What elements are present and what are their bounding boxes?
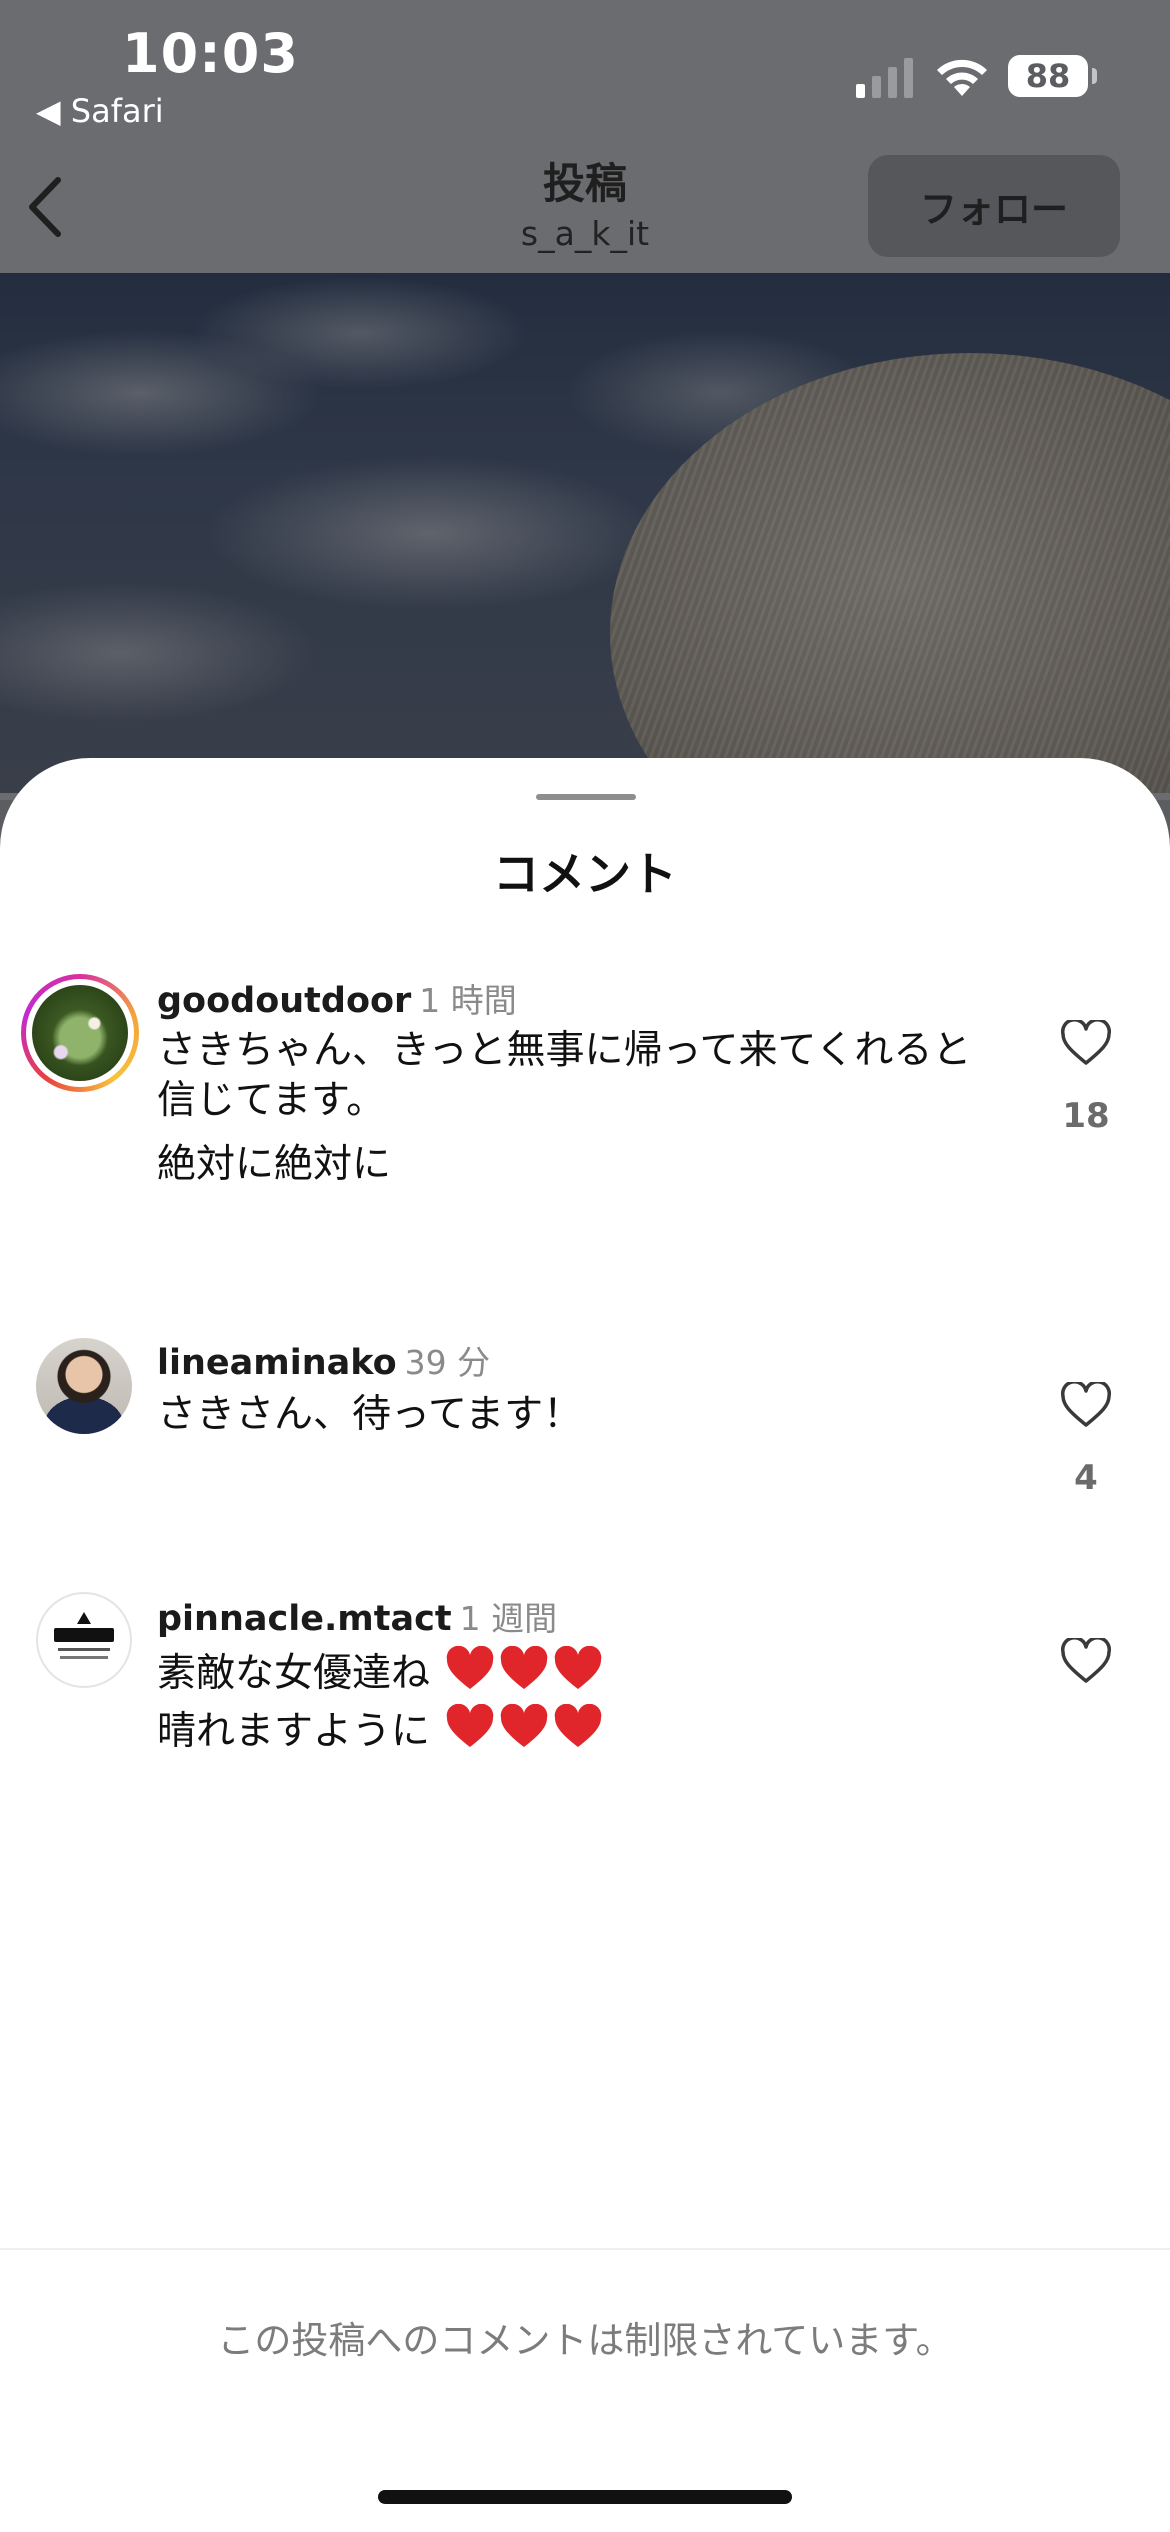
red-heart-emoji-icon bbox=[501, 1646, 548, 1689]
wifi-icon bbox=[937, 59, 987, 96]
comment-time: 1 時間 bbox=[419, 981, 517, 1020]
comment-text: さきさん、待ってます！ bbox=[157, 1392, 583, 1437]
comment-text: 絶対に絶対に bbox=[157, 1142, 392, 1187]
comment-text: 晴れますように bbox=[157, 1709, 431, 1754]
comment-text: さきちゃん、きっと無事に帰って来てくれると信じてます。 bbox=[157, 1028, 972, 1123]
comments-title: コメント bbox=[493, 847, 677, 901]
battery-level: 88 bbox=[1008, 55, 1088, 97]
comment-text: 素敵な女優達ね bbox=[157, 1651, 431, 1696]
comment-username[interactable]: lineaminako bbox=[157, 1343, 397, 1383]
comments-sheet: コメント goodoutdoor 1 時間 さきちゃん、きっと無事に帰って来てくれ… bbox=[0, 758, 1170, 2532]
heart-outline-icon[interactable] bbox=[1060, 1638, 1112, 1684]
post-photo bbox=[0, 273, 1170, 793]
avatar[interactable] bbox=[36, 1338, 132, 1434]
red-heart-emoji-icon bbox=[447, 1704, 494, 1747]
comment-meta: goodoutdoor 1 時間 bbox=[157, 974, 517, 1022]
comment-time: 1 週間 bbox=[459, 1599, 558, 1638]
comment-username[interactable]: goodoutdoor bbox=[157, 981, 411, 1021]
avatar bbox=[32, 985, 128, 1081]
battery-cap-icon bbox=[1092, 68, 1097, 84]
heart-outline-icon[interactable] bbox=[1060, 1020, 1112, 1066]
sheet-grabber[interactable] bbox=[536, 794, 636, 800]
like-count: 18 bbox=[1062, 1096, 1110, 1136]
red-heart-emoji-icon bbox=[555, 1704, 602, 1747]
comment-time: 39 分 bbox=[404, 1343, 491, 1382]
photo-dim-overlay bbox=[0, 273, 1170, 793]
comment-username[interactable]: pinnacle.mtact bbox=[157, 1599, 452, 1639]
comments-restricted-notice: この投稿へのコメントは制限されています。 bbox=[217, 2319, 953, 2362]
back-to-safari-link[interactable]: ◀ Safari bbox=[36, 92, 164, 130]
status-time: 10:03 bbox=[122, 22, 299, 85]
comment-meta: pinnacle.mtact 1 週間 bbox=[157, 1592, 557, 1640]
comment-meta: lineaminako 39 分 bbox=[157, 1336, 490, 1384]
pinnacle-logo-icon bbox=[54, 1612, 114, 1659]
avatar[interactable] bbox=[36, 1592, 132, 1688]
cellular-signal-icon bbox=[856, 58, 913, 98]
comment-line: 素敵な女優達ね bbox=[157, 1646, 997, 1699]
heart-outline-icon[interactable] bbox=[1060, 1382, 1112, 1428]
like-count: 4 bbox=[1074, 1458, 1098, 1498]
red-heart-emoji-icon bbox=[555, 1646, 602, 1689]
red-heart-emoji-icon bbox=[501, 1704, 548, 1747]
red-heart-emoji-icon bbox=[447, 1646, 494, 1689]
avatar-story-ring[interactable] bbox=[21, 974, 139, 1092]
status-bar: 10:03 ◀ Safari 88 bbox=[0, 0, 1170, 140]
footer-divider bbox=[0, 2248, 1170, 2250]
follow-button[interactable]: フォロー bbox=[868, 155, 1120, 257]
comment-line: 晴れますように bbox=[157, 1704, 997, 1757]
home-indicator[interactable] bbox=[378, 2490, 792, 2504]
